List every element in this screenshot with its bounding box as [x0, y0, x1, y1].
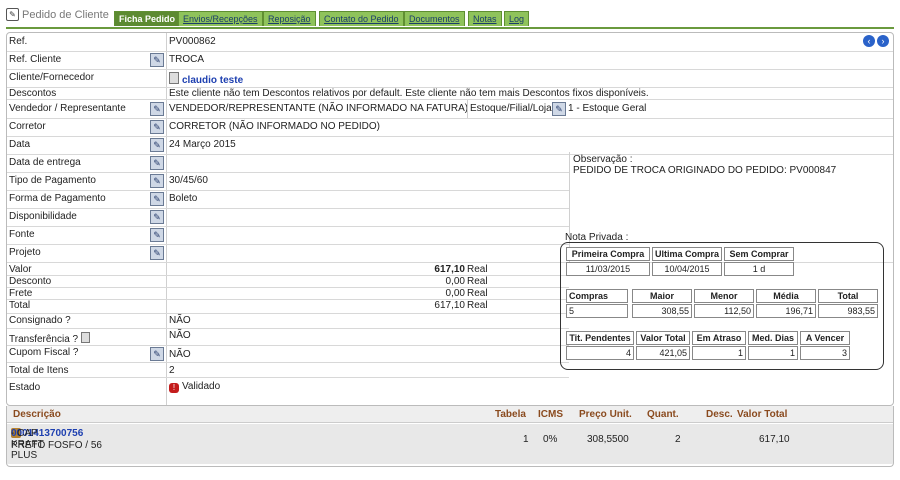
- row-entrega: Data de entrega ✎: [7, 154, 569, 173]
- row-corretor: Corretor ✎ CORRETOR (NÃO INFORMADO NO PE…: [7, 118, 893, 137]
- row-cliente: Cliente/Fornecedor claudio teste: [7, 69, 893, 88]
- client-link[interactable]: claudio teste: [182, 75, 243, 86]
- tab-bar: ✎ Pedido de Cliente Ficha Pedido Envios/…: [6, 7, 894, 29]
- row-valor: Valor 617,10 Real: [9, 264, 488, 275]
- private-note-box: Primeira Compra Ultima Compra Sem Compra…: [560, 242, 884, 370]
- edit-icon[interactable]: ✎: [150, 210, 164, 224]
- row-pagamento: Tipo de Pagamento ✎ 30/45/60: [7, 172, 569, 191]
- row-forma: Forma de Pagamento ✎ Boleto: [7, 190, 569, 209]
- edit-icon[interactable]: ✎: [552, 102, 566, 116]
- row-transferencia: Transferência ? NÃO: [7, 329, 569, 346]
- edit-icon[interactable]: ✎: [150, 174, 164, 188]
- tab-log[interactable]: Log: [504, 11, 530, 26]
- tab-reposicao[interactable]: Reposição: [263, 11, 316, 26]
- row-fonte: Fonte ✎: [7, 226, 569, 245]
- order-items-table: Descrição Tabela ICMS Preço Unit. Quant.…: [6, 406, 894, 467]
- status-text: Validado: [182, 381, 221, 392]
- tab-contato[interactable]: Contato do Pedido: [319, 11, 404, 26]
- row-consignado: Consignado ? NÃO: [7, 314, 569, 329]
- edit-icon[interactable]: ✎: [150, 228, 164, 242]
- row-total: Total 617,10 Real: [9, 300, 488, 311]
- edit-icon[interactable]: ✎: [150, 156, 164, 170]
- table-row: 0001413700756 - CAP KRAFT PLUS PRETO FOS…: [7, 424, 893, 464]
- purchase-dates-table: Primeira Compra Ultima Compra Sem Compra…: [566, 247, 806, 277]
- edit-icon[interactable]: ✎: [150, 102, 164, 116]
- tab-notas[interactable]: Notas: [468, 11, 502, 26]
- next-icon[interactable]: ›: [877, 35, 889, 47]
- row-ref: Ref. PV000862 ‹ ›: [7, 33, 893, 52]
- ref-value: PV000862: [169, 36, 216, 47]
- status-icon: !: [169, 383, 179, 393]
- edit-icon[interactable]: ✎: [150, 138, 164, 152]
- row-estado: Estado ! Validado: [9, 381, 221, 393]
- receivables-table: Tit. Pendentes Valor Total Em Atraso Med…: [566, 331, 878, 361]
- edit-icon[interactable]: ✎: [150, 53, 164, 67]
- tab-documentos[interactable]: Documentos: [404, 11, 465, 26]
- edit-icon[interactable]: ✎: [150, 347, 164, 361]
- previous-icon[interactable]: ‹: [863, 35, 875, 47]
- document-icon: [80, 332, 90, 343]
- edit-icon[interactable]: ✎: [150, 192, 164, 206]
- row-ref-cliente: Ref. Cliente ✎ TROCA: [7, 51, 893, 70]
- module-title: ✎ Pedido de Cliente: [6, 8, 109, 21]
- purchase-stats-table: Compras Maior Menor Média Total 5 308,55…: [566, 289, 878, 319]
- order-icon: ✎: [6, 8, 19, 21]
- row-total-itens: Total de Itens 2: [7, 363, 569, 378]
- tab-ficha-pedido[interactable]: Ficha Pedido: [114, 11, 181, 26]
- row-cupom: Cupom Fiscal ? ✎ NÃO: [7, 346, 569, 363]
- items-table-header: Descrição Tabela ICMS Preço Unit. Quant.…: [7, 406, 893, 423]
- tab-envios[interactable]: Envios/Recepções: [178, 11, 263, 26]
- row-vendedor: Vendedor / Representante ✎ VENDEDOR/REPR…: [7, 100, 893, 119]
- row-frete: Frete 0,00 Real: [9, 288, 488, 299]
- observacao-text: PEDIDO DE TROCA ORIGINADO DO PEDIDO: PV0…: [573, 165, 837, 176]
- edit-icon[interactable]: ✎: [150, 120, 164, 134]
- edit-icon[interactable]: ✎: [150, 246, 164, 260]
- row-descontos: Descontos Este cliente não tem Descontos…: [7, 87, 893, 100]
- client-icon: [169, 72, 179, 84]
- row-desconto: Desconto 0,00 Real: [9, 276, 488, 287]
- row-disponibilidade: Disponibilidade ✎: [7, 208, 569, 227]
